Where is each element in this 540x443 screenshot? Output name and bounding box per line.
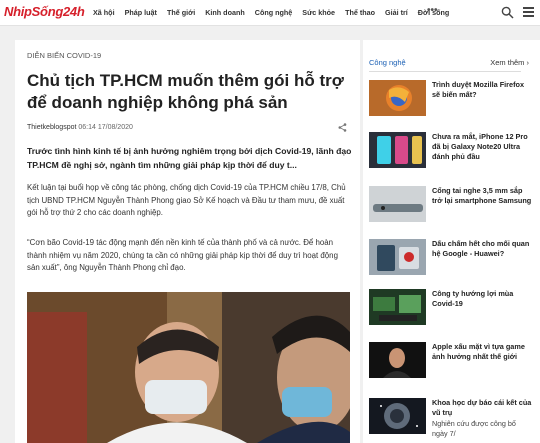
article-paragraph: Kết luận tại buổi họp về công tác phòng,… <box>27 183 346 217</box>
hamburger-menu-icon[interactable] <box>523 7 534 18</box>
nav-item-the-thao[interactable]: Thể thao <box>345 8 375 17</box>
news-title[interactable]: Dấu chấm hết cho mối quan hệ Google - Hu… <box>432 239 532 259</box>
news-thumbnail[interactable] <box>369 289 426 325</box>
site-logo[interactable]: NhipSống24h <box>4 4 85 19</box>
sidebar: Công nghệ Xem thêm › Trình duyệt Mozilla… <box>363 40 540 443</box>
main-nav: Xã hội Pháp luật Thế giới Kinh doanh Côn… <box>93 8 459 17</box>
news-excerpt: Nghiên cứu được công bố ngày 7/ <box>432 419 516 438</box>
article-main: DIỄN BIẾN COVID-19 Chủ tịch TP.HCM muốn … <box>15 40 360 443</box>
top-navbar: NhipSống24h Xã hội Pháp luật Thế giới Ki… <box>0 0 540 26</box>
sidebar-news-item[interactable]: Chưa ra mắt, iPhone 12 Pro đã bị Galaxy … <box>369 132 537 168</box>
article-date: 06:14 17/08/2020 <box>78 124 133 131</box>
news-title[interactable]: Trình duyệt Mozilla Firefox sẽ biến mất? <box>432 80 532 100</box>
news-title[interactable]: Công ty hướng lợi mùa Covid-19 <box>432 289 532 309</box>
article-meta: Thietkeblogspot 06:14 17/08/2020 <box>27 124 133 131</box>
news-title[interactable]: Khoa học dự báo cái kết của vũ trụ <box>432 398 532 418</box>
sidebar-header: Công nghệ Xem thêm › <box>369 58 529 72</box>
share-icon[interactable] <box>338 123 347 132</box>
news-thumbnail[interactable] <box>369 398 426 434</box>
news-thumbnail[interactable] <box>369 80 426 116</box>
news-thumbnail[interactable] <box>369 186 426 222</box>
sidebar-news-item[interactable]: Cổng tai nghe 3,5 mm sắp trở lại smartph… <box>369 186 537 222</box>
news-thumbnail[interactable] <box>369 342 426 378</box>
sidebar-news-item[interactable]: Dấu chấm hết cho mối quan hệ Google - Hu… <box>369 239 537 275</box>
nav-item-cong-nghe[interactable]: Công nghệ <box>255 8 293 17</box>
sidebar-news-item[interactable]: Công ty hướng lợi mùa Covid-19 <box>369 289 537 325</box>
article-quote-paragraph: “Cơn bão Covid-19 tác động mạnh đến nền … <box>27 238 338 272</box>
nav-item-xa-hoi[interactable]: Xã hội <box>93 8 115 17</box>
nav-item-suc-khoe[interactable]: Sức khỏe <box>302 8 335 17</box>
nav-item-giai-tri[interactable]: Giải trí <box>385 8 408 17</box>
sidebar-news-item[interactable]: Khoa học dự báo cái kết của vũ trụ Nghiê… <box>369 398 537 443</box>
article-author[interactable]: Thietkeblogspot <box>27 124 76 131</box>
search-icon[interactable] <box>501 6 514 19</box>
news-thumbnail[interactable] <box>369 239 426 275</box>
nav-item-the-gioi[interactable]: Thế giới <box>167 8 195 17</box>
article-lead: Trước tình hình kinh tế bị ảnh hưởng ngh… <box>27 146 352 170</box>
news-title[interactable]: Cổng tai nghe 3,5 mm sắp trở lại smartph… <box>432 186 532 206</box>
nav-item-phap-luat[interactable]: Pháp luật <box>125 8 157 17</box>
news-title[interactable]: Chưa ra mắt, iPhone 12 Pro đã bị Galaxy … <box>432 132 532 163</box>
sidebar-news-item[interactable]: Apple xấu mặt vì tựa game ảnh hưởng nhất… <box>369 342 537 378</box>
article-title: Chủ tịch TP.HCM muốn thêm gói hỗ trợ để … <box>27 71 344 112</box>
article-category[interactable]: DIỄN BIẾN COVID-19 <box>27 51 101 60</box>
news-thumbnail[interactable] <box>369 132 426 168</box>
nav-item-kinh-doanh[interactable]: Kinh doanh <box>205 8 245 17</box>
article-photo <box>27 292 350 443</box>
sidebar-news-item[interactable]: Trình duyệt Mozilla Firefox sẽ biến mất? <box>369 80 537 116</box>
more-nav-button[interactable]: ••• <box>427 5 438 16</box>
news-title[interactable]: Apple xấu mặt vì tựa game ảnh hưởng nhất… <box>432 342 532 362</box>
see-more-link[interactable]: Xem thêm › <box>490 58 529 67</box>
sidebar-category[interactable]: Công nghệ <box>369 58 406 67</box>
